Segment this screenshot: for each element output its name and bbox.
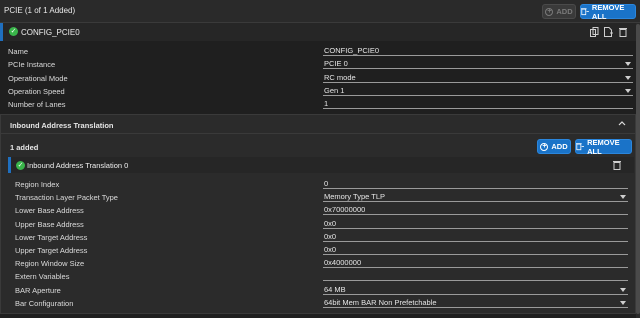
dropdown-arrow-icon [625,62,631,67]
scrollbar-thumb[interactable] [636,24,640,314]
field-value: 0x70000000 [324,205,366,215]
field-input[interactable]: 1 [323,99,633,110]
field-value: 0x0 [324,231,337,241]
field-select[interactable]: 64 MB [323,285,628,295]
field-input[interactable]: 0x0 [323,245,628,255]
inbound-instance-accent [8,157,11,173]
field-label: Operation Speed [8,86,65,96]
chevron-up-icon[interactable] [618,120,626,126]
instance-accent [0,23,3,41]
field-value: CONFIG_PCIE0 [324,46,380,55]
instance-bar[interactable] [0,23,640,41]
check-circle-icon: ✓ [9,27,18,36]
field-label: Region Index [15,180,60,189]
dropdown-arrow-icon [620,195,626,200]
field-label: BAR Aperture [15,285,61,295]
field-label: Upper Target Address [15,246,88,255]
field-label: Transaction Layer Packet Type [15,193,118,203]
field-label: Bar Configuration [15,298,74,308]
field-value: 0 [324,179,329,188]
field-label: Region Window Size [15,259,85,269]
dropdown-arrow-icon [620,287,626,292]
field-label: Extern Variables [15,272,70,282]
field-select[interactable]: PCIE 0 [323,59,633,70]
field-input[interactable]: 0x0 [323,232,628,242]
copy-icon[interactable] [590,27,599,37]
field-value: PCIE 0 [324,59,348,69]
field-input[interactable]: 0x70000000 [323,205,628,216]
field-select[interactable]: Memory Type TLP [323,192,628,203]
field-label: Number of Lanes [8,100,66,110]
inbound-added-count: 1 added [10,143,39,152]
plus-circle-icon: + [540,142,549,151]
trash-icon [576,143,585,151]
field-label: Lower Target Address [15,232,88,242]
new-file-icon[interactable] [604,27,613,37]
instance-name: CONFIG_PCIE0 [21,28,80,37]
section-divider [1,133,635,134]
inbound-add-label: ADD [551,142,568,151]
field-select[interactable]: 64bit Mem BAR Non Prefetchable [323,298,628,308]
dropdown-arrow-icon [620,300,626,305]
remove-all-button[interactable]: REMOVE ALL [580,2,636,21]
dropdown-arrow-icon [625,75,631,80]
field-label: Name [8,47,29,56]
field-input[interactable]: 0x0 [323,219,628,229]
inbound-remove-all-button[interactable]: REMOVE ALL [575,137,632,156]
field-input[interactable]: CONFIG_PCIE0 [323,46,633,56]
field-value: 64 MB [324,284,346,294]
trash-icon [581,8,589,16]
field-input[interactable] [323,271,628,282]
field-label: Lower Base Address [15,206,84,216]
delete-inbound-icon[interactable] [613,160,621,170]
field-value: RC mode [324,72,356,82]
field-value: Gen 1 [324,85,345,95]
inbound-instance-name: Inbound Address Translation 0 [27,161,129,170]
field-label: Upper Base Address [15,219,84,229]
field-input[interactable]: 0 [323,179,628,189]
delete-instance-icon[interactable] [619,27,627,37]
inbound-remove-all-label: REMOVE ALL [587,137,620,156]
field-input[interactable]: 0x4000000 [323,258,628,269]
field-label: Operational Mode [8,73,68,83]
field-value: 0x4000000 [324,258,362,268]
field-select[interactable]: Gen 1 [323,86,633,96]
field-value: 0x0 [324,218,337,228]
dropdown-arrow-icon [625,88,631,93]
field-value: 64bit Mem BAR Non Prefetchable [324,297,437,307]
field-value: Memory Type TLP [324,192,385,202]
check-circle-icon: ✓ [16,161,25,170]
field-value: 1 [324,99,329,109]
remove-all-label: REMOVE ALL [591,2,625,21]
plus-circle-icon: + [545,7,554,16]
add-button[interactable]: + ADD [542,4,576,19]
inbound-section-title: Inbound Address Translation [10,121,114,130]
add-button-label: ADD [556,7,573,16]
module-title: PCIE (1 of 1 Added) [4,6,76,15]
field-select[interactable]: RC mode [323,73,633,83]
inbound-add-button[interactable]: + ADD [537,139,571,154]
field-label: PCIe Instance [8,60,56,70]
field-value: 0x0 [324,245,337,254]
